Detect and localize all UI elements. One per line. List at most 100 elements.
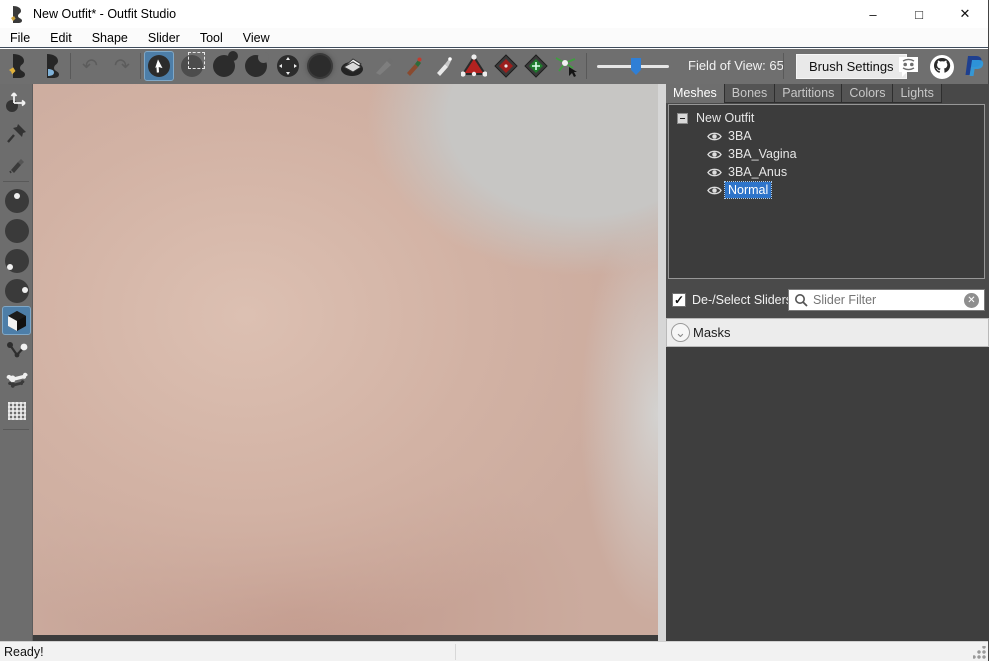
- masks-section-header[interactable]: ⌄ Masks: [666, 318, 989, 347]
- move-brush-button[interactable]: [274, 52, 302, 80]
- github-link[interactable]: [928, 53, 955, 80]
- chevron-down-icon[interactable]: ⌄: [671, 323, 690, 342]
- resize-grip[interactable]: [973, 646, 986, 659]
- brush-settings-button[interactable]: Brush Settings: [796, 54, 907, 79]
- tab-meshes[interactable]: Meshes: [666, 84, 725, 103]
- fov-slider[interactable]: [597, 58, 669, 74]
- triangle-mode-button[interactable]: [460, 52, 488, 80]
- menu-edit[interactable]: Edit: [40, 29, 82, 47]
- outfit-studio-window: New Outfit* - Outfit Studio – □ ✕ File E…: [0, 0, 989, 661]
- minimize-button[interactable]: –: [850, 0, 896, 28]
- main-area: Meshes Bones Partitions Colors Lights Ne…: [0, 84, 988, 641]
- fov-slider-thumb[interactable]: [631, 58, 641, 75]
- pushpin-icon: [5, 121, 29, 145]
- brush-falloff-c-icon: [5, 249, 29, 273]
- bone-tool-button[interactable]: [3, 367, 30, 394]
- eye-visibility-icon[interactable]: [707, 167, 722, 178]
- collapse-toggle-icon[interactable]: [677, 113, 688, 124]
- viewport-3d[interactable]: [33, 84, 658, 635]
- paypal-link[interactable]: [960, 53, 987, 80]
- tree-root-row[interactable]: New Outfit: [669, 109, 984, 127]
- brush-dot-top-button[interactable]: [3, 187, 30, 214]
- load-project-button[interactable]: [38, 52, 66, 80]
- brush-falloff-a-icon: [5, 189, 29, 213]
- tree-item-label[interactable]: 3BA: [725, 128, 755, 144]
- xmirror-toggle-button[interactable]: [492, 52, 520, 80]
- tree-item[interactable]: 3BA_Anus: [669, 163, 984, 181]
- tree-item[interactable]: 3BA: [669, 127, 984, 145]
- discord-link[interactable]: [895, 53, 922, 80]
- select-tool-button[interactable]: [145, 52, 173, 80]
- title-bar: New Outfit* - Outfit Studio – □ ✕: [0, 0, 988, 28]
- tab-lights[interactable]: Lights: [893, 84, 941, 103]
- tab-colors[interactable]: Colors: [842, 84, 893, 103]
- menu-shape[interactable]: Shape: [82, 29, 138, 47]
- search-icon: [794, 293, 808, 307]
- tree-item-label[interactable]: 3BA_Vagina: [725, 146, 800, 162]
- status-text: Ready!: [4, 645, 44, 659]
- menu-file[interactable]: File: [0, 29, 40, 47]
- brush-plain-button[interactable]: [3, 217, 30, 244]
- maximize-button[interactable]: □: [896, 0, 942, 28]
- tree-item-label[interactable]: 3BA_Anus: [725, 164, 790, 180]
- paypal-icon: [963, 54, 985, 80]
- side-toolbar-separator: [3, 181, 29, 182]
- grid-tool-button[interactable]: [3, 397, 30, 424]
- menu-slider[interactable]: Slider: [138, 29, 190, 47]
- load-project-body-icon: [40, 53, 64, 79]
- redo-button[interactable]: ↷: [108, 52, 136, 80]
- mask-brush-icon: [181, 55, 203, 77]
- deflate-brush-icon: [245, 55, 267, 77]
- connected-only-toggle-button[interactable]: [522, 52, 550, 80]
- menu-tool[interactable]: Tool: [190, 29, 233, 47]
- deselect-sliders-checkbox[interactable]: ✓: [672, 293, 686, 307]
- eye-visibility-icon[interactable]: [707, 149, 722, 160]
- vertex-paint-tool-button[interactable]: [3, 150, 30, 177]
- alpha-brush-button[interactable]: [430, 52, 458, 80]
- side-toolbar: [0, 84, 33, 641]
- deselect-sliders-label: De-/Select Sliders: [692, 293, 792, 307]
- pen-icon: [6, 153, 28, 175]
- clear-filter-icon[interactable]: ✕: [964, 293, 979, 308]
- smooth-brush-button[interactable]: [306, 52, 334, 80]
- github-icon: [929, 54, 955, 80]
- weight-brush-button[interactable]: [370, 52, 398, 80]
- eraser-icon: [340, 55, 364, 77]
- brush-dot-right-button[interactable]: [3, 277, 30, 304]
- brush-dot-left-button[interactable]: [3, 247, 30, 274]
- brush-falloff-b-icon: [5, 219, 29, 243]
- edge-tool-button[interactable]: [3, 337, 30, 364]
- transform-tool-button[interactable]: [3, 88, 30, 115]
- mask-brush-button[interactable]: [178, 52, 206, 80]
- tab-partitions[interactable]: Partitions: [775, 84, 842, 103]
- tree-item[interactable]: 3BA_Vagina: [669, 145, 984, 163]
- toolbar-separator: [70, 53, 71, 79]
- slider-filter-input[interactable]: [813, 293, 964, 307]
- tab-bones[interactable]: Bones: [725, 84, 775, 103]
- tree-root-label[interactable]: New Outfit: [696, 111, 754, 125]
- red-diamond-icon: [494, 54, 518, 78]
- deflate-brush-button[interactable]: [242, 52, 270, 80]
- toolbar-separator: [140, 53, 141, 79]
- color-brush-button[interactable]: [400, 52, 428, 80]
- select-cursor-icon: [148, 55, 170, 77]
- triangle-vertices-icon: [461, 54, 487, 78]
- toolbar-separator: [783, 53, 784, 79]
- tree-item-label-selected[interactable]: Normal: [725, 182, 771, 198]
- app-icon: [9, 5, 25, 23]
- pin-tool-button[interactable]: [3, 119, 30, 146]
- undo-button[interactable]: ↶: [76, 52, 104, 80]
- panel-splitter[interactable]: [658, 84, 666, 641]
- vertex-select-button[interactable]: [552, 52, 580, 80]
- close-button[interactable]: ✕: [942, 0, 988, 28]
- undiff-brush-button[interactable]: [338, 52, 366, 80]
- side-toolbar-separator: [3, 429, 29, 430]
- new-project-button[interactable]: [4, 52, 32, 80]
- undo-icon: ↶: [82, 55, 98, 78]
- inflate-brush-button[interactable]: [210, 52, 238, 80]
- eye-visibility-icon[interactable]: [707, 185, 722, 196]
- tree-item[interactable]: Normal: [669, 181, 984, 199]
- textured-view-button[interactable]: [3, 307, 30, 334]
- eye-visibility-icon[interactable]: [707, 131, 722, 142]
- menu-view[interactable]: View: [233, 29, 280, 47]
